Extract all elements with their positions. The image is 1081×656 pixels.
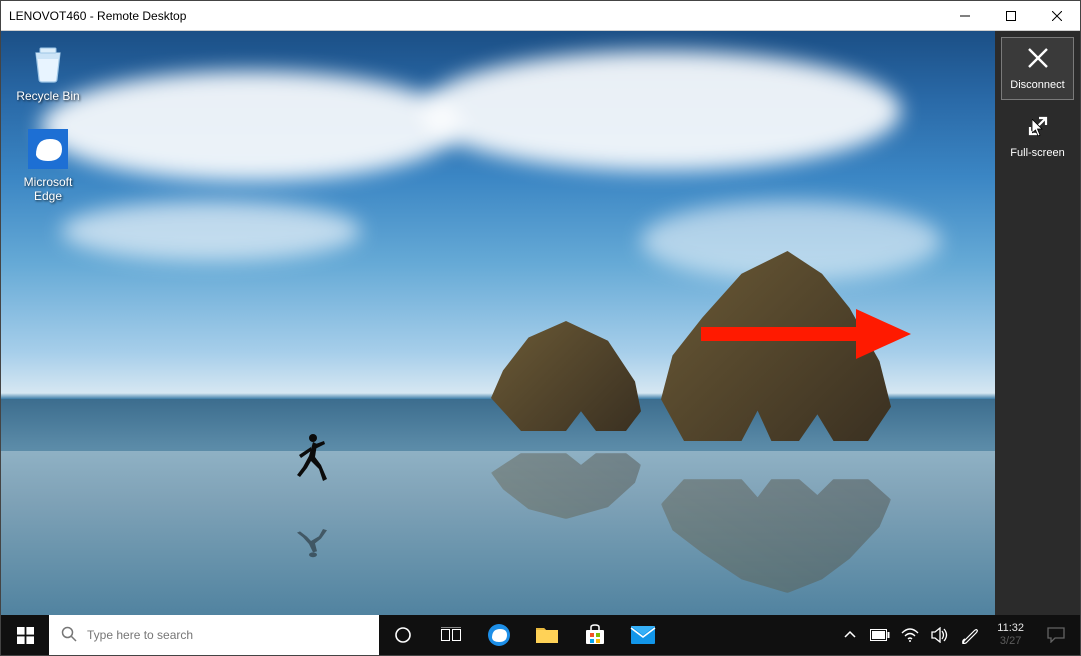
edge-icon	[26, 127, 70, 171]
clock-time: 11:32	[997, 622, 1024, 635]
wallpaper: Recycle Bin Microsoft Edge	[1, 31, 995, 615]
search-placeholder: Type here to search	[87, 628, 193, 642]
pen-icon	[961, 626, 979, 644]
action-center-button[interactable]	[1032, 615, 1080, 655]
maximize-button[interactable]	[988, 1, 1034, 31]
annotation-arrow	[701, 309, 911, 359]
windows-icon	[17, 627, 34, 644]
mail-icon	[630, 625, 656, 645]
taskbar-app-file-explorer[interactable]	[523, 615, 571, 655]
desktop-icon-edge[interactable]: Microsoft Edge	[11, 127, 85, 203]
edge-icon	[486, 622, 512, 648]
disconnect-label: Disconnect	[1010, 79, 1064, 91]
wifi-icon	[901, 628, 919, 642]
remote-desktop-surface: Recycle Bin Microsoft Edge Disconnect	[1, 31, 1080, 655]
minimize-button[interactable]	[942, 1, 988, 31]
tray-volume[interactable]	[927, 615, 953, 655]
store-icon	[584, 624, 606, 646]
cortana-icon	[394, 626, 412, 644]
battery-icon	[870, 629, 890, 641]
search-icon	[61, 626, 77, 645]
desktop-icon-label: Recycle Bin	[16, 89, 79, 103]
speaker-icon	[931, 627, 949, 643]
tray-overflow-button[interactable]	[837, 615, 863, 655]
taskbar-app-mail[interactable]	[619, 615, 667, 655]
disconnect-button[interactable]: Disconnect	[1001, 37, 1074, 100]
desktop-icon-label: Microsoft Edge	[11, 175, 85, 203]
taskbar: Type here to search	[1, 615, 1080, 655]
task-view-icon	[441, 627, 461, 643]
chevron-up-icon	[844, 629, 856, 641]
taskbar-app-edge[interactable]	[475, 615, 523, 655]
notification-icon	[1047, 627, 1065, 643]
desktop-icon-recycle-bin[interactable]: Recycle Bin	[11, 41, 85, 103]
close-button[interactable]	[1034, 1, 1080, 31]
taskbar-clock[interactable]: 11:32 3/27	[989, 622, 1032, 648]
clock-date: 3/27	[1000, 635, 1021, 648]
start-button[interactable]	[1, 615, 49, 655]
tray-network[interactable]	[897, 615, 923, 655]
recycle-bin-icon	[26, 41, 70, 85]
mouse-cursor	[1032, 119, 1044, 137]
fullscreen-label: Full-screen	[1010, 147, 1064, 159]
search-box[interactable]: Type here to search	[49, 615, 379, 655]
tray-battery[interactable]	[867, 615, 893, 655]
task-view-button[interactable]	[427, 615, 475, 655]
system-tray	[837, 615, 989, 655]
session-side-panel: Disconnect Full-screen	[995, 31, 1080, 615]
taskbar-app-store[interactable]	[571, 615, 619, 655]
tray-pen[interactable]	[957, 615, 983, 655]
window-titlebar: LENOVOT460 - Remote Desktop	[1, 1, 1080, 31]
folder-icon	[535, 625, 559, 645]
window-title: LENOVOT460 - Remote Desktop	[1, 9, 942, 23]
cortana-button[interactable]	[379, 615, 427, 655]
close-icon	[1024, 44, 1052, 79]
